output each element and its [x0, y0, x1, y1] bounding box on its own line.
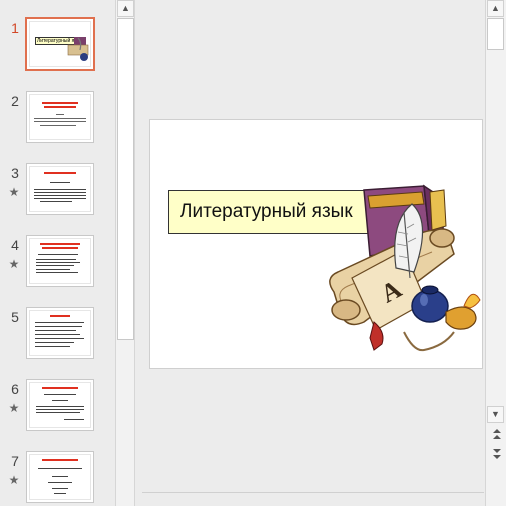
thumbnail-line: [56, 114, 64, 115]
thumbnail-line: [35, 338, 84, 339]
thumbnail-frame[interactable]: [26, 451, 94, 503]
thumbnail-preview: [29, 454, 91, 500]
thumbnail-line: [34, 192, 86, 193]
thumbnail-frame[interactable]: [26, 379, 94, 431]
thumbnail-line: [36, 406, 84, 407]
thumbnail-frame[interactable]: [26, 235, 94, 287]
thumbnail-line: [36, 269, 70, 270]
thumbnail-line: [52, 476, 68, 477]
notes-divider[interactable]: [142, 492, 484, 493]
thumbnail-line: [44, 106, 76, 108]
thumbnail-line: [38, 254, 78, 255]
scroll-thumb[interactable]: [117, 18, 134, 340]
slide-thumbnails-pane: 1 Литературный язык 2 3 ★ 4 ★ 5 6 ★ 7 ★: [0, 0, 114, 506]
thumbnail-line: [54, 493, 66, 494]
thumbnail-line: [36, 272, 78, 273]
thumbnail-line: [36, 259, 76, 260]
thumbnail-line: [35, 342, 74, 343]
thumbnail-frame[interactable]: [26, 163, 94, 215]
thumbnail-line: [50, 182, 70, 183]
thumbnail-line: [52, 400, 68, 401]
slide-number: 5: [11, 309, 19, 325]
thumbnail-preview: [29, 310, 91, 356]
thumbnail-line: [40, 201, 72, 202]
thumbnail-line: [64, 419, 84, 420]
animation-star-icon: ★: [8, 401, 20, 415]
powerpoint-window: 1 Литературный язык 2 3 ★ 4 ★ 5 6 ★ 7 ★ …: [0, 0, 506, 506]
thumbnail-preview: [29, 166, 91, 212]
slide-number: 7: [11, 453, 19, 469]
thumbnail-line: [35, 322, 84, 323]
thumbnail-slide-6[interactable]: 6 ★: [0, 379, 114, 435]
next-slide-button[interactable]: [488, 448, 505, 462]
thumbnail-slide-7[interactable]: 7 ★: [0, 451, 114, 506]
thumbnail-preview: [29, 238, 91, 284]
thumbnail-line: [36, 412, 80, 413]
thumbnail-slide-3[interactable]: 3 ★: [0, 163, 114, 219]
thumbnail-slide-2[interactable]: 2: [0, 91, 114, 147]
thumbnail-slide-1[interactable]: 1 Литературный язык: [0, 17, 114, 74]
scroll-thumb[interactable]: [487, 18, 504, 50]
animation-star-icon: ★: [8, 185, 20, 199]
next-slide-icon: [492, 449, 501, 459]
thumbnail-line: [36, 262, 80, 263]
thumbnail-line: [34, 195, 86, 196]
thumbnail-illustration: [67, 37, 89, 61]
thumbnail-frame[interactable]: [26, 91, 94, 143]
thumbnail-slide-4[interactable]: 4 ★: [0, 235, 114, 291]
thumbnail-preview: [29, 94, 91, 140]
thumbnail-preview: [29, 382, 91, 428]
thumbnail-line: [40, 125, 76, 126]
thumbnail-line: [44, 172, 76, 174]
animation-star-icon: ★: [8, 473, 20, 487]
animation-star-icon: ★: [8, 257, 20, 271]
scroll-down-button[interactable]: ▼: [487, 406, 504, 423]
previous-slide-button[interactable]: [488, 428, 505, 442]
slide-number: 4: [11, 237, 19, 253]
slide-number: 6: [11, 381, 19, 397]
thumbnail-line: [50, 315, 70, 317]
thumbnail-frame[interactable]: Литературный язык: [25, 17, 95, 71]
thumbnail-line: [35, 326, 82, 327]
thumbnail-line: [42, 459, 78, 461]
slide-editor: Литературный язык А: [136, 0, 485, 506]
thumbnail-line: [36, 409, 84, 410]
thumbnail-line: [48, 482, 72, 483]
slide-scrollbar[interactable]: ▲ ▼: [485, 0, 506, 506]
thumbnail-line: [42, 247, 78, 249]
previous-slide-icon: [492, 429, 501, 439]
thumbnail-line: [35, 334, 80, 335]
slide-number: 3: [11, 165, 19, 181]
scroll-up-button[interactable]: ▲: [117, 0, 134, 17]
thumbnail-line: [44, 394, 76, 395]
thumbnail-line: [34, 121, 86, 122]
thumbnail-preview: Литературный язык: [29, 21, 91, 67]
thumbnail-line: [38, 468, 82, 469]
thumbnail-line: [35, 330, 76, 331]
literature-illustration: А: [329, 184, 481, 352]
thumbnail-line: [34, 198, 86, 199]
thumbnail-line: [34, 118, 86, 119]
scroll-up-button[interactable]: ▲: [487, 0, 504, 17]
thumbnail-line: [42, 102, 78, 104]
slide-number: 2: [11, 93, 19, 109]
slide-number: 1: [11, 20, 19, 36]
thumbnail-frame[interactable]: [26, 307, 94, 359]
thumbnail-line: [52, 488, 68, 489]
thumbnail-line: [35, 346, 70, 347]
thumbnail-line: [36, 265, 74, 266]
thumbnail-line: [42, 387, 78, 389]
thumbnail-line: [40, 243, 80, 245]
thumbnail-scrollbar[interactable]: ▲: [115, 0, 135, 506]
current-slide[interactable]: Литературный язык А: [149, 119, 483, 369]
thumbnail-line: [34, 189, 86, 190]
thumbnail-slide-5[interactable]: 5: [0, 307, 114, 363]
